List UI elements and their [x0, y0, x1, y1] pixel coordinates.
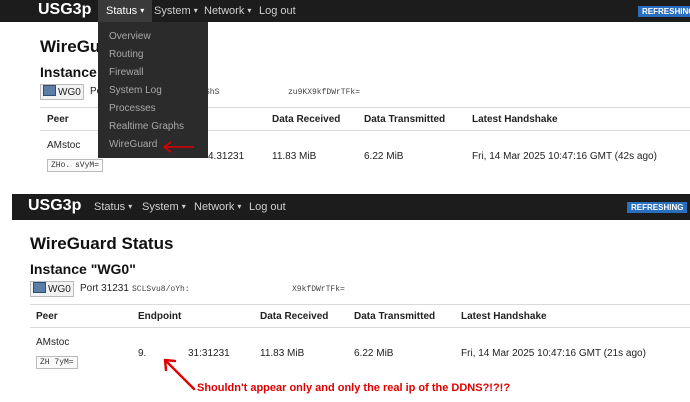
red-arrow-icon [163, 358, 196, 391]
data-received: 11.83 MiB [272, 151, 317, 162]
port-label: Port 31231 [80, 283, 129, 294]
menu-item-system-log[interactable]: System Log [109, 85, 162, 96]
col-latest-handshake: Latest Handshake [461, 311, 547, 322]
nav-system[interactable]: System ▾ [142, 201, 186, 213]
nav-status[interactable]: Status ▾ [98, 0, 153, 22]
peer-key: ZH 7yM= [36, 356, 78, 369]
menu-item-processes[interactable]: Processes [109, 103, 156, 114]
refresh-indicator[interactable]: REFRESHING [638, 6, 690, 17]
nav-network[interactable]: Network ▾ [204, 5, 251, 17]
col-data-received: Data Received [272, 114, 341, 125]
page-title: WireGuard Status [30, 234, 174, 253]
red-arrow-icon [163, 141, 194, 153]
menu-item-realtime-graphs[interactable]: Realtime Graphs [109, 121, 184, 132]
refresh-indicator[interactable]: REFRESHING [627, 202, 688, 213]
col-peer: Peer [36, 311, 58, 322]
menu-item-wireguard[interactable]: WireGuard [109, 139, 157, 150]
bottom-navbar: USG3p Status ▾ System ▾ Network ▾ Log out R… [12, 194, 690, 220]
chevron-down-icon: ▾ [193, 6, 198, 15]
network-icon [43, 85, 56, 96]
data-received: 11.83 MiB [260, 348, 305, 359]
data-transmitted: 6.22 MiB [354, 348, 394, 359]
menu-item-routing[interactable]: Routing [109, 49, 143, 60]
latest-handshake: Fri, 14 Mar 2025 10:47:16 GMT (42s ago) [472, 151, 657, 162]
brand[interactable]: USG3p [38, 1, 91, 19]
instance-title: Instance "WG0" [30, 261, 136, 277]
nav-system[interactable]: System ▾ [154, 5, 198, 17]
nav-logout[interactable]: Log out [259, 5, 296, 17]
data-transmitted: 6.22 MiB [364, 151, 404, 162]
latest-handshake: Fri, 14 Mar 2025 10:47:16 GMT (21s ago) [461, 348, 646, 359]
chevron-down-icon: ▾ [181, 202, 186, 211]
col-data-transmitted: Data Transmitted [354, 311, 436, 322]
public-key-part: SCLSvu8/oYh: [132, 285, 190, 294]
nav-status[interactable]: Status ▾ [94, 201, 132, 213]
top-navbar: USG3p Status ▾ System ▾ Network ▾ Log out R… [0, 0, 690, 22]
annotation-text: Shouldn't appear only and only the real … [197, 382, 511, 394]
endpoint: 4.31231 [208, 151, 245, 162]
public-key-part: zu9KX9kfDWrTFk= [288, 88, 361, 97]
chevron-down-icon: ▾ [237, 202, 242, 211]
nav-network[interactable]: Network ▾ [194, 201, 241, 213]
status-dropdown-menu: Overview Routing Firewall System Log Pro… [98, 22, 208, 158]
nav-logout[interactable]: Log out [249, 201, 286, 213]
endpoint-part: 9. [138, 348, 147, 359]
network-icon [33, 282, 46, 293]
menu-item-overview[interactable]: Overview [109, 31, 151, 42]
menu-item-firewall[interactable]: Firewall [109, 67, 143, 78]
col-endpoint: Endpoint [138, 311, 182, 322]
col-latest-handshake: Latest Handshake [472, 114, 558, 125]
brand[interactable]: USG3p [28, 197, 81, 215]
peer-name: AMstoc [47, 140, 81, 151]
peer-key: ZHo. sVyM= [47, 159, 104, 172]
col-peer: Peer [47, 114, 69, 125]
col-data-transmitted: Data Transmitted [364, 114, 446, 125]
col-data-received: Data Received [260, 311, 329, 322]
page-title: WireGu [40, 37, 101, 56]
chevron-down-icon: ▾ [140, 6, 145, 15]
interface-badge: WG0 [40, 84, 84, 100]
chevron-down-icon: ▾ [247, 6, 252, 15]
peer-name: AMstoc [36, 337, 70, 348]
public-key-part: X9kfDWrTFk= [292, 285, 345, 294]
interface-badge: WG0 [30, 281, 74, 297]
chevron-down-icon: ▾ [128, 202, 133, 211]
